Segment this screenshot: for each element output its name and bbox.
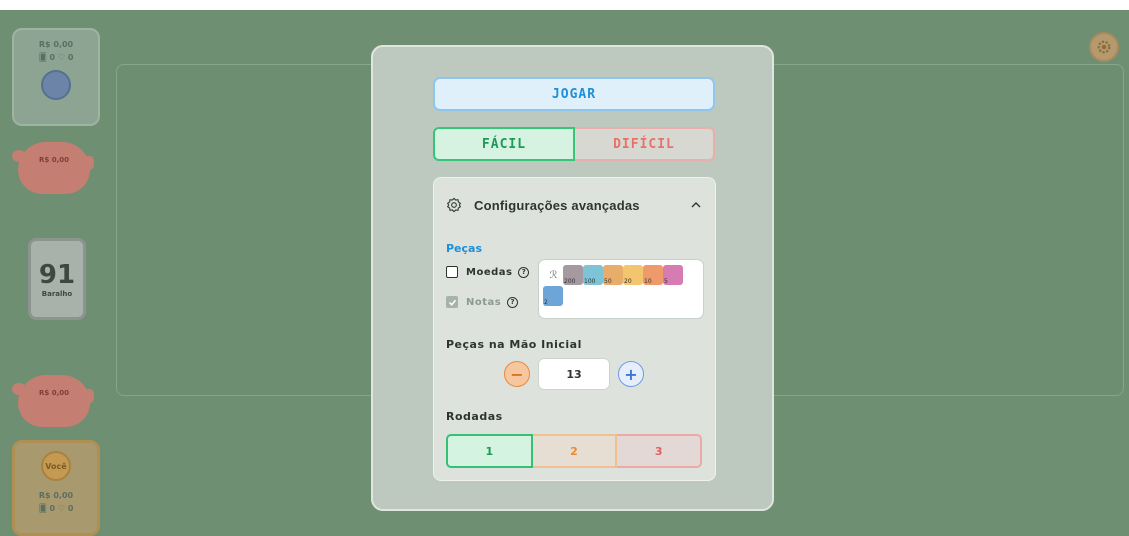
settings-button[interactable] (1089, 32, 1119, 62)
notes-label: Notas (466, 296, 502, 308)
gear-icon (446, 197, 462, 213)
start-game-modal: JOGAR FÁCIL DIFÍCIL Configurações avança… (371, 45, 774, 511)
money-preview: ℛ 200 100 50 20 10 5 2 (538, 259, 704, 319)
bill-chip: 20 (623, 265, 643, 285)
initial-hand-label: Peças na Mão Inicial (446, 338, 582, 351)
rounds-selector: 1 2 3 (446, 434, 703, 468)
piggy-bank-value: R$ 0,00 (39, 156, 69, 164)
opponent-avatar (41, 70, 71, 100)
bill-chip: 10 (643, 265, 663, 285)
help-icon[interactable]: ? (518, 266, 530, 278)
decrement-button[interactable]: − (504, 361, 530, 387)
difficulty-easy-button[interactable]: FÁCIL (433, 127, 575, 161)
deck-pile: 91 Baralho (28, 238, 86, 320)
increment-button[interactable]: + (618, 361, 644, 387)
help-icon[interactable]: ? (507, 296, 519, 308)
rounds-label: Rodadas (446, 410, 503, 423)
bills-list: ℛ 200 100 50 20 10 5 2 (543, 264, 699, 306)
pieces-label: Peças (446, 242, 483, 255)
piggy-bank-icon: R$ 0,00 (12, 142, 94, 194)
chevron-up-icon[interactable] (688, 197, 704, 213)
bill-chip: 100 (583, 265, 603, 285)
initial-hand-value[interactable]: 13 (538, 358, 610, 390)
gear-icon (1097, 40, 1111, 54)
check-icon (448, 299, 456, 306)
notes-checkbox[interactable] (446, 296, 458, 308)
difficulty-hard-button[interactable]: DIFÍCIL (575, 127, 715, 161)
advanced-settings-header[interactable]: Configurações avançadas (446, 194, 704, 216)
play-button[interactable]: JOGAR (433, 77, 715, 111)
bill-chip: 200 (563, 265, 583, 285)
opponent-card: R$ 0,00 🂠 0 ♡ 0 (12, 28, 100, 126)
piggy-bank-icon: R$ 0,00 (12, 375, 94, 427)
no-money-icon: ℛ (549, 269, 558, 281)
coins-label: Moedas (466, 266, 513, 278)
notes-option[interactable]: Notas ? (446, 296, 519, 308)
you-stats: 🂠 0 ♡ 0 (38, 504, 74, 513)
you-money: R$ 0,00 (38, 491, 74, 500)
you-avatar: Você (41, 451, 71, 481)
bill-chip: 5 (663, 265, 683, 285)
advanced-settings-panel: Configurações avançadas Peças Moedas ? N… (433, 177, 716, 481)
you-card: Você R$ 0,00 🂠 0 ♡ 0 (12, 440, 100, 536)
opponent-stats: 🂠 0 ♡ 0 (38, 53, 74, 62)
coins-option[interactable]: Moedas ? (446, 266, 530, 278)
difficulty-selector: FÁCIL DIFÍCIL (433, 127, 715, 161)
round-2-button[interactable]: 2 (532, 434, 618, 468)
opponent-money: R$ 0,00 (38, 40, 74, 49)
deck-count: 91 (38, 260, 76, 290)
advanced-settings-title: Configurações avançadas (474, 197, 640, 213)
round-1-button[interactable]: 1 (446, 434, 533, 468)
piggy-bank-value: R$ 0,00 (39, 389, 69, 397)
coins-checkbox[interactable] (446, 266, 458, 278)
bill-chip: 2 (543, 286, 563, 306)
initial-hand-stepper: − 13 + (504, 358, 648, 390)
round-3-button[interactable]: 3 (617, 434, 703, 468)
deck-label: Baralho (41, 290, 73, 298)
bill-chip: 50 (603, 265, 623, 285)
